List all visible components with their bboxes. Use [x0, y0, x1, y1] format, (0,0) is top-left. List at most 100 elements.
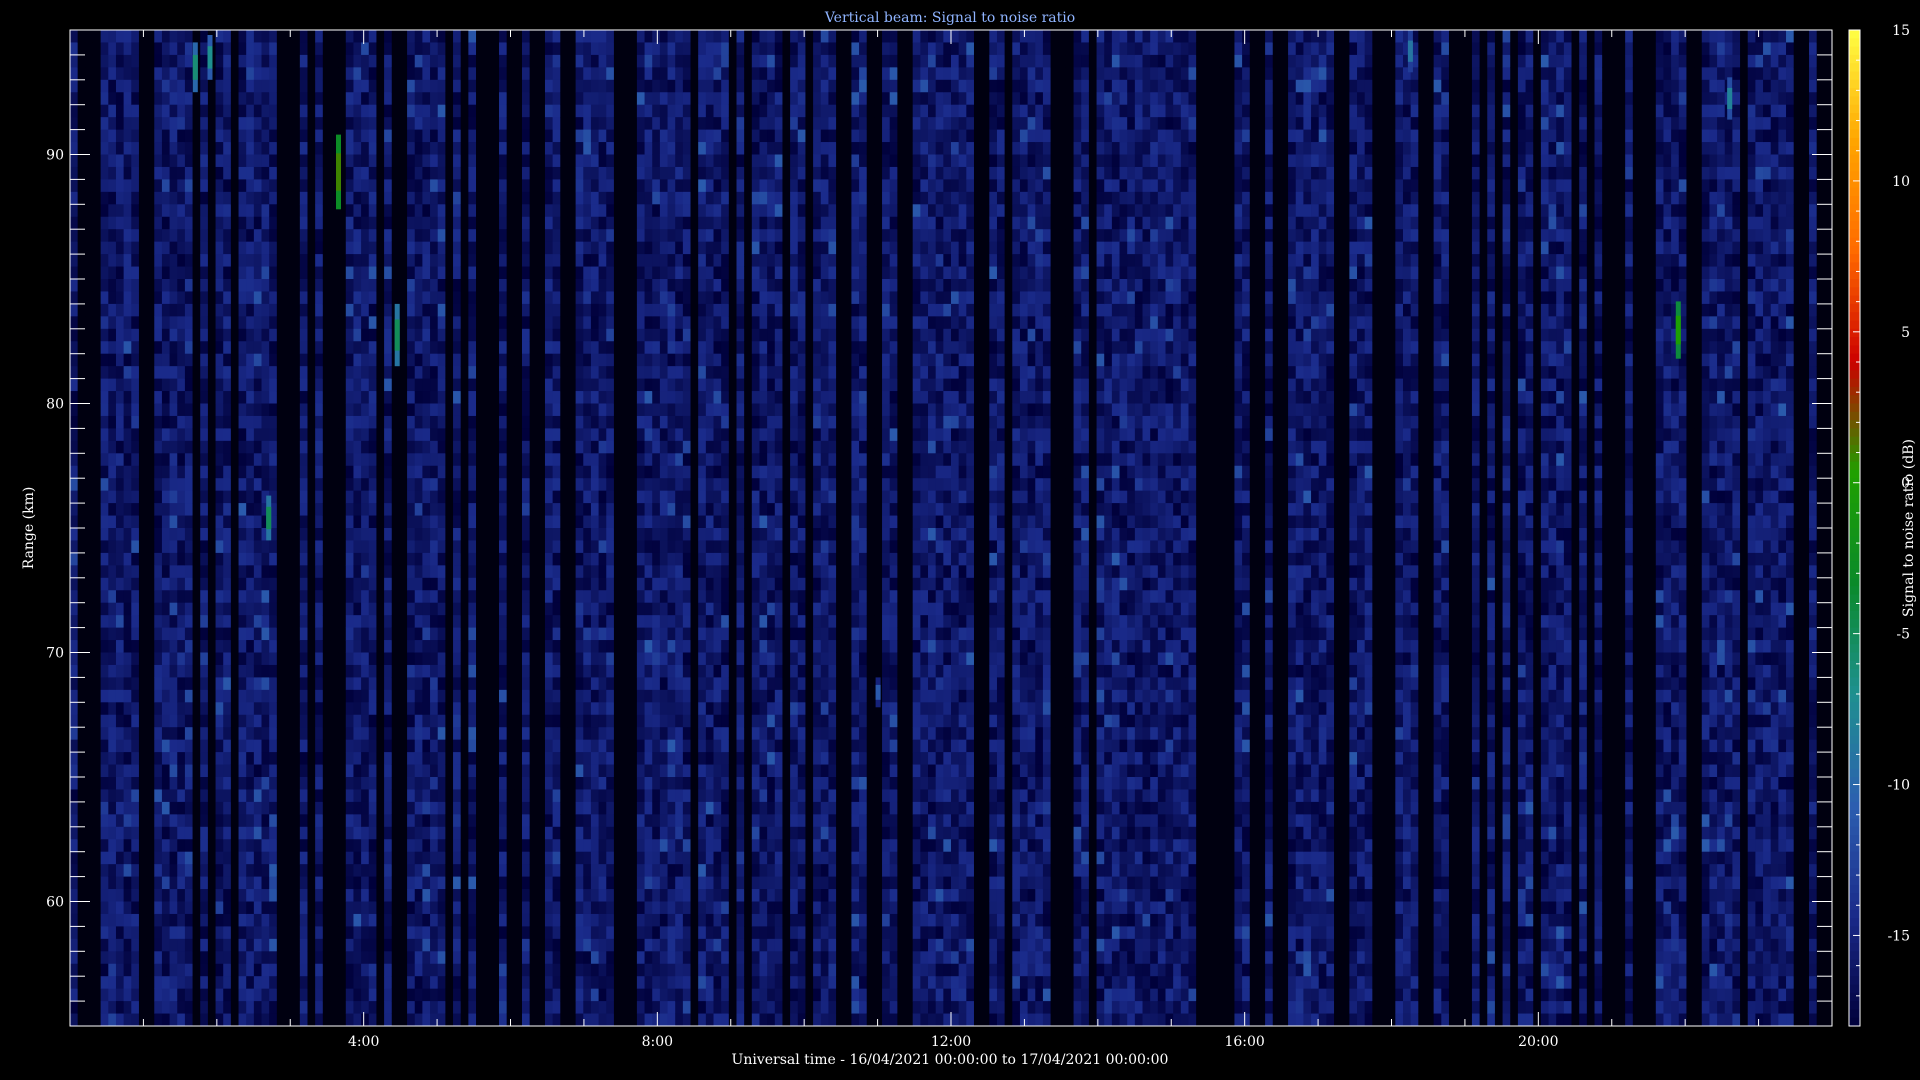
heatmap-cell	[384, 877, 392, 890]
heatmap-cell	[392, 665, 400, 678]
heatmap-cell	[193, 192, 201, 205]
heatmap-cell	[338, 777, 346, 790]
heatmap-cell	[277, 416, 285, 429]
heatmap-cell	[507, 204, 515, 217]
heatmap-cell	[369, 478, 377, 491]
heatmap-cell	[185, 802, 193, 815]
heatmap-cell	[246, 279, 254, 292]
heatmap-cell	[70, 92, 78, 105]
heatmap-cell	[361, 814, 369, 827]
heatmap-cell	[522, 267, 530, 280]
heatmap-cell	[338, 628, 346, 641]
heatmap-cell	[200, 653, 208, 666]
heatmap-cell	[530, 304, 538, 317]
heatmap-cell	[85, 379, 93, 392]
heatmap-cell	[262, 217, 270, 230]
heatmap-cell	[353, 528, 361, 541]
heatmap-cell	[430, 752, 438, 765]
heatmap-cell	[93, 516, 101, 529]
heatmap-cell	[170, 727, 178, 740]
heatmap-cell	[476, 55, 484, 68]
heatmap-cell	[154, 354, 162, 367]
heatmap-cell	[154, 827, 162, 840]
heatmap-cell	[315, 951, 323, 964]
heatmap-cell	[361, 366, 369, 379]
heatmap-cell	[139, 366, 147, 379]
heatmap-cell	[262, 204, 270, 217]
heatmap-cell	[315, 155, 323, 168]
heatmap-cell	[170, 976, 178, 989]
heatmap-cell	[116, 989, 124, 1002]
heatmap-cell	[537, 814, 545, 827]
heatmap-cell	[116, 665, 124, 678]
heatmap-cell	[239, 926, 247, 939]
heatmap-cell	[93, 615, 101, 628]
heatmap-cell	[124, 889, 132, 902]
heatmap-cell	[277, 628, 285, 641]
heatmap-cell	[131, 416, 139, 429]
heatmap-cell	[422, 516, 430, 529]
heatmap-cell	[200, 204, 208, 217]
heatmap-cell	[461, 279, 469, 292]
heatmap-cell	[399, 105, 407, 118]
heatmap-cell	[124, 316, 132, 329]
heatmap-cell	[537, 42, 545, 55]
heatmap-cell	[330, 653, 338, 666]
heatmap-cell	[254, 167, 262, 180]
heatmap-cell	[223, 466, 231, 479]
heatmap-cell	[422, 939, 430, 952]
heatmap-cell	[407, 578, 415, 591]
heatmap-cell	[185, 628, 193, 641]
heatmap-cell	[185, 428, 193, 441]
heatmap-cell	[285, 578, 293, 591]
heatmap-cell	[269, 329, 277, 342]
heatmap-cell	[78, 964, 86, 977]
heatmap-cell	[223, 690, 231, 703]
heatmap-cell	[323, 30, 331, 43]
heatmap-cell	[208, 217, 216, 230]
heatmap-cell	[491, 802, 499, 815]
heatmap-cell	[85, 441, 93, 454]
heatmap-cell	[537, 379, 545, 392]
heatmap-cell	[407, 242, 415, 255]
heatmap-cell	[353, 391, 361, 404]
heatmap-cell	[438, 105, 446, 118]
heatmap-cell	[231, 553, 239, 566]
heatmap-cell	[507, 777, 515, 790]
heatmap-cell	[177, 516, 185, 529]
heatmap-cell	[392, 254, 400, 267]
heatmap-cell	[384, 441, 392, 454]
heatmap-cell	[85, 1014, 93, 1027]
heatmap-cell	[468, 117, 476, 130]
heatmap-cell	[285, 67, 293, 80]
heatmap-cell	[208, 852, 216, 865]
heatmap-cell	[216, 379, 224, 392]
heatmap-cell	[78, 752, 86, 765]
heatmap-cell	[323, 67, 331, 80]
heatmap-cell	[445, 354, 453, 367]
heatmap-cell	[361, 902, 369, 915]
heatmap-cell	[407, 540, 415, 553]
heatmap-cell	[285, 516, 293, 529]
heatmap-cell	[522, 391, 530, 404]
heatmap-cell	[537, 740, 545, 753]
heatmap-cell	[85, 777, 93, 790]
heatmap-cell	[476, 491, 484, 504]
heatmap-cell	[269, 590, 277, 603]
heatmap-cell	[246, 877, 254, 890]
heatmap-cell	[415, 789, 423, 802]
heatmap-cell	[216, 690, 224, 703]
heatmap-cell	[231, 267, 239, 280]
heatmap-cell	[154, 167, 162, 180]
heatmap-cell	[499, 802, 507, 815]
heatmap-cell	[476, 951, 484, 964]
heatmap-cell	[353, 640, 361, 653]
heatmap-cell	[116, 229, 124, 242]
heatmap-cell	[208, 341, 216, 354]
heatmap-cell	[193, 740, 201, 753]
heatmap-cell	[399, 877, 407, 890]
heatmap-cell	[262, 578, 270, 591]
heatmap-cell	[108, 291, 116, 304]
heatmap-cell	[376, 827, 384, 840]
heatmap-cell	[323, 615, 331, 628]
